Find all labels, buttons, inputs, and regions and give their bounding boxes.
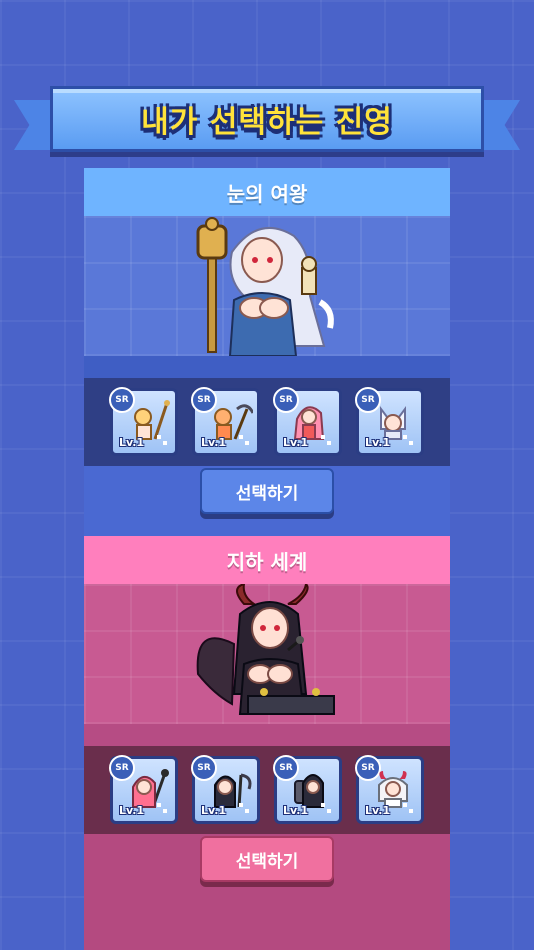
character-card[interactable]: SR Lv.1 <box>273 755 342 824</box>
character-card[interactable]: SR Lv.1 <box>191 755 260 824</box>
faction-name: 지하 세계 <box>226 549 308 574</box>
level-label: Lv.1 <box>283 436 309 449</box>
character-card[interactable]: SR Lv.1 <box>273 387 342 456</box>
select-button[interactable]: 선택하기 <box>200 468 334 514</box>
character-row: SR Lv.1 SR Lv.1 SR Lv.1 SR Lv.1 <box>84 746 450 834</box>
level-label: Lv.1 <box>201 436 227 449</box>
character-card[interactable]: SR Lv.1 <box>109 387 178 456</box>
page-title: 내가 선택하는 진영 <box>141 105 393 140</box>
dots-icon <box>403 803 415 815</box>
level-label: Lv.1 <box>119 804 145 817</box>
character-card[interactable]: SR Lv.1 <box>191 387 260 456</box>
level-label: Lv.1 <box>201 804 227 817</box>
demon-queen-portrait <box>196 584 335 715</box>
dots-icon <box>403 435 415 447</box>
ledge <box>84 724 450 746</box>
faction-header: 지하 세계 <box>84 536 450 584</box>
faction-header: 눈의 여왕 <box>84 168 450 216</box>
character-card[interactable]: SR Lv.1 <box>355 387 424 456</box>
dots-icon <box>239 803 251 815</box>
select-button[interactable]: 선택하기 <box>200 836 334 882</box>
dots-icon <box>157 435 169 447</box>
character-row: SR Lv.1 SR Lv.1 SR Lv.1 SR Lv.1 <box>84 378 450 466</box>
faction-panel: 눈의 여왕 SR Lv.1 SR Lv.1 SR Lv.1 SR Lv.1 선택… <box>84 168 450 950</box>
dots-icon <box>321 435 333 447</box>
faction-name: 눈의 여왕 <box>226 181 308 206</box>
faction-snow-queen: 눈의 여왕 SR Lv.1 SR Lv.1 SR Lv.1 SR Lv.1 선택… <box>84 168 450 536</box>
character-card[interactable]: SR Lv.1 <box>355 755 424 824</box>
ledge <box>84 356 450 378</box>
level-label: Lv.1 <box>283 804 309 817</box>
dots-icon <box>157 803 169 815</box>
dots-icon <box>321 803 333 815</box>
level-label: Lv.1 <box>365 804 391 817</box>
banner-plate: 내가 선택하는 진영 <box>50 86 484 152</box>
dots-icon <box>239 435 251 447</box>
hero-portrait-area <box>84 584 450 724</box>
title-banner: 내가 선택하는 진영 <box>0 80 534 160</box>
faction-underworld: 지하 세계 SR Lv.1 SR Lv.1 SR Lv.1 SR Lv.1 선택… <box>84 536 450 950</box>
character-card[interactable]: SR Lv.1 <box>109 755 178 824</box>
hero-portrait-area <box>84 216 450 356</box>
level-label: Lv.1 <box>365 436 391 449</box>
level-label: Lv.1 <box>119 436 145 449</box>
snow-queen-portrait <box>196 217 334 356</box>
